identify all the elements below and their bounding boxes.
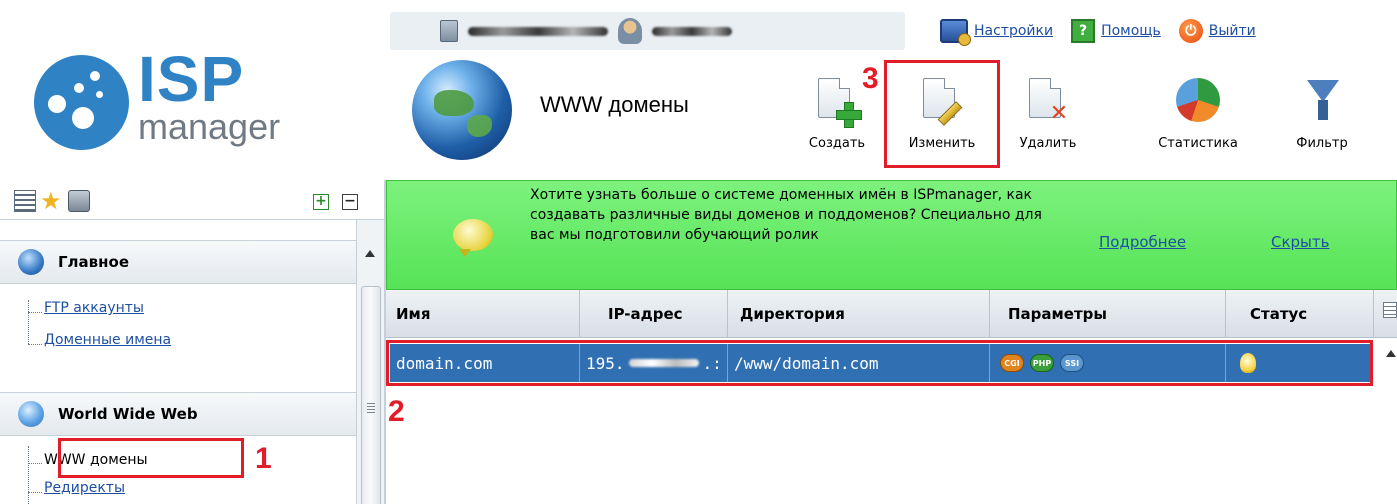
pie-chart-icon — [1176, 78, 1220, 122]
sidebar-group-main[interactable]: Главное — [0, 240, 368, 284]
delete-button[interactable]: ✕ Удалить — [998, 72, 1098, 162]
info-banner: Хотите узнать больше о системе доменных … — [386, 180, 1397, 290]
help-link[interactable]: ? Помощь — [1071, 19, 1161, 43]
logout-link[interactable]: ⏻ Выйти — [1178, 19, 1256, 43]
table-header: Имя IP-адрес Директория Параметры Статус — [386, 290, 1397, 338]
annotation-number-3: 3 — [862, 62, 879, 95]
sidebar-scrollbar[interactable] — [356, 220, 384, 504]
calculator-icon — [440, 20, 458, 42]
page-title: WWW домены — [540, 92, 689, 117]
globe-icon — [412, 60, 512, 160]
logo-brand: ISP — [138, 43, 245, 115]
user-info-bar — [390, 12, 905, 50]
grip-icon — [367, 403, 375, 413]
expand-all-button[interactable]: + — [313, 194, 329, 210]
annotation-number-2: 2 — [388, 395, 405, 428]
power-icon: ⏻ — [1178, 19, 1203, 43]
sidebar-group-main-title: Главное — [58, 253, 130, 271]
column-header-directory[interactable]: Директория — [728, 290, 990, 338]
statistics-button[interactable]: Статистика — [1148, 72, 1248, 162]
create-label: Создать — [808, 136, 866, 151]
statistics-label: Статистика — [1158, 136, 1238, 151]
star-icon[interactable]: ★ — [40, 189, 62, 213]
funnel-icon — [1303, 78, 1341, 122]
annotation-box-www-domains — [58, 438, 244, 478]
banner-more-link[interactable]: Подробнее — [1099, 233, 1186, 251]
filter-button[interactable]: Фильтр — [1272, 72, 1372, 162]
sidebar-group-www[interactable]: World Wide Web — [0, 392, 368, 436]
list-icon[interactable] — [14, 190, 36, 212]
logo-mark-icon — [34, 55, 129, 150]
column-header-ip[interactable]: IP-адрес — [580, 290, 728, 338]
collapse-all-button[interactable]: − — [342, 194, 358, 210]
ispmanager-logo: ISP manager — [34, 43, 294, 160]
sidebar-item-ftp-accounts[interactable]: FTP аккаунты — [44, 300, 144, 316]
settings-link-label[interactable]: Настройки — [974, 23, 1053, 39]
filter-label: Фильтр — [1296, 136, 1348, 151]
scroll-up-arrow-icon[interactable] — [365, 250, 375, 257]
help-icon: ? — [1071, 19, 1096, 43]
blurred-username — [652, 26, 732, 36]
sidebar-tabs: ★ + − — [0, 180, 384, 220]
logo-product: manager — [138, 106, 281, 147]
sidebar-item-redirects[interactable]: Редиректы — [44, 480, 125, 496]
settings-link[interactable]: Настройки — [940, 19, 1053, 46]
column-header-name[interactable]: Имя — [386, 290, 580, 338]
column-picker-icon[interactable] — [1383, 302, 1397, 318]
banner-hide-link[interactable]: Скрыть — [1271, 233, 1329, 251]
delete-label: Удалить — [1019, 136, 1077, 151]
logout-link-label[interactable]: Выйти — [1209, 23, 1256, 39]
user-icon — [618, 18, 642, 44]
top-links: Настройки ? Помощь ⏻ Выйти — [940, 12, 1390, 50]
column-header-status[interactable]: Статус — [1226, 290, 1374, 338]
blurred-account-name — [468, 26, 608, 36]
www-group-icon — [18, 401, 44, 427]
settings-icon — [940, 19, 971, 46]
banner-text: Хотите узнать больше о системе доменных … — [530, 187, 1042, 243]
sidebar-group-www-title: World Wide Web — [58, 405, 198, 423]
main-group-icon — [18, 249, 44, 275]
table-scroll-up-icon[interactable] — [1386, 350, 1396, 357]
sidebar-item-domain-names[interactable]: Доменные имена — [44, 332, 171, 348]
help-link-label[interactable]: Помощь — [1101, 23, 1161, 39]
annotation-box-row — [386, 340, 1373, 386]
column-header-params[interactable]: Параметры — [990, 290, 1226, 338]
speech-bubble-icon — [453, 219, 493, 257]
delete-icon: ✕ — [1029, 78, 1068, 125]
annotation-number-1: 1 — [255, 442, 272, 475]
annotation-box-edit — [884, 60, 1000, 168]
briefcase-icon[interactable] — [68, 190, 90, 212]
create-icon — [818, 78, 862, 128]
sidebar-scroll-thumb[interactable] — [361, 286, 381, 504]
